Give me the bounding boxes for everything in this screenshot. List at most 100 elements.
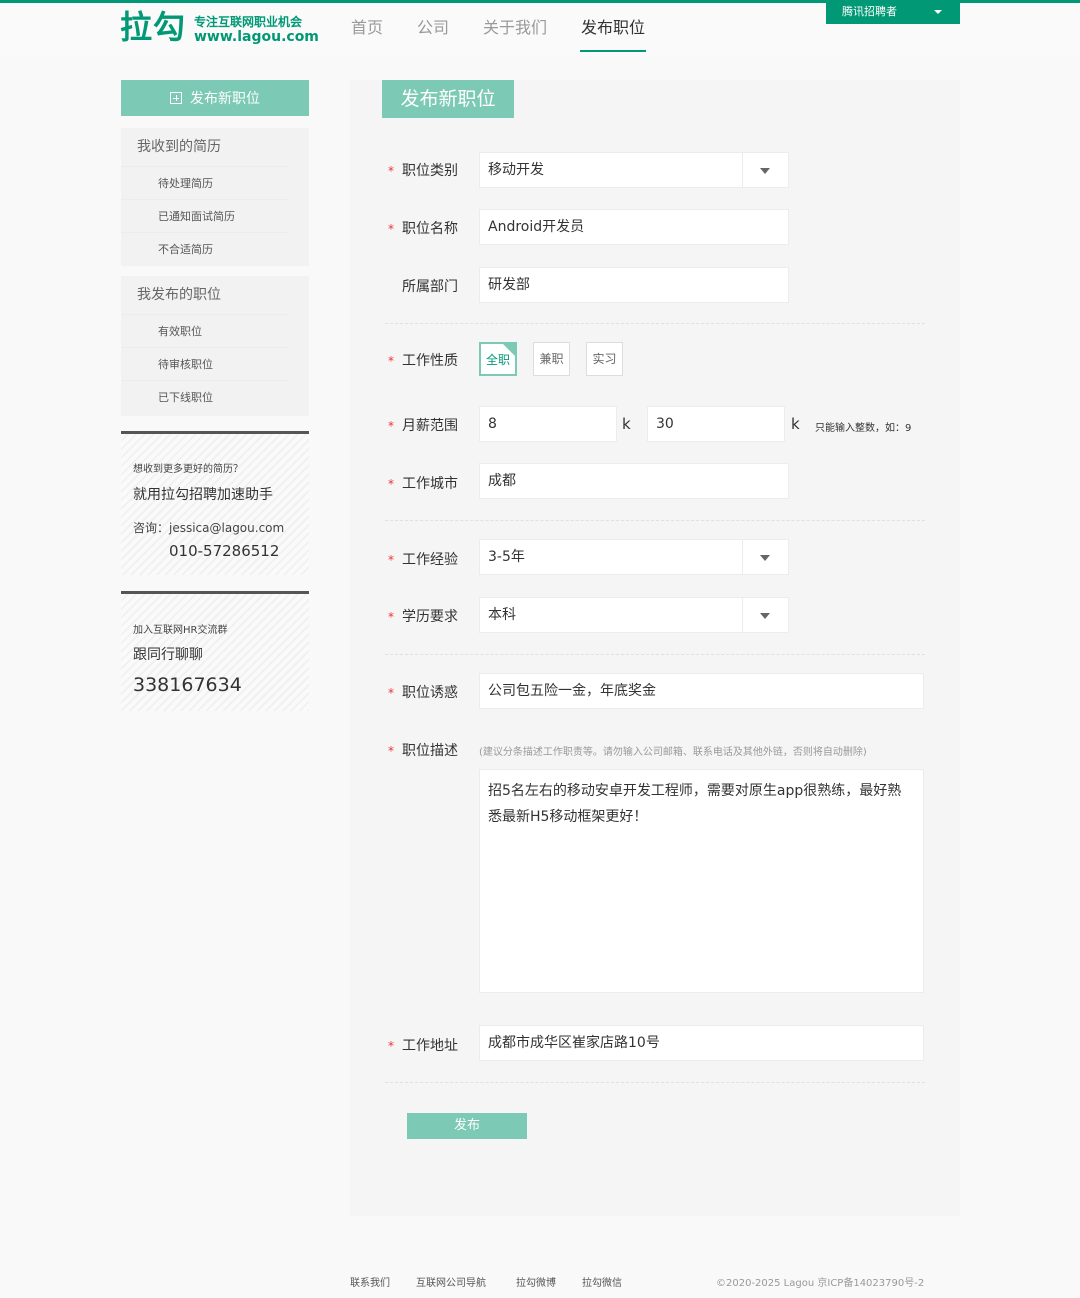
job-type-label: * 工作性质 xyxy=(388,350,468,370)
department-label: *所属部门 xyxy=(388,276,468,296)
salary-min-input[interactable]: 8 xyxy=(479,406,617,442)
chevron-down-icon xyxy=(934,10,942,14)
plus-icon xyxy=(170,92,182,104)
sidebar-item-interview-resumes[interactable]: 已通知面试简历 xyxy=(121,199,289,232)
salary-unit: k xyxy=(622,415,631,433)
education-select[interactable]: 本科 xyxy=(479,597,789,633)
city-input[interactable]: 成都 xyxy=(479,463,789,499)
label-text: 职位类别 xyxy=(402,163,458,179)
nav-post-job[interactable]: 发布职位 xyxy=(580,6,647,52)
sidebar-group-title: 我收到的简历 xyxy=(137,139,221,155)
logo-mark: 拉勾 xyxy=(120,8,187,46)
footer-link-wechat[interactable]: 拉勾微信 xyxy=(582,1274,622,1289)
label-text: 月薪范围 xyxy=(402,418,458,434)
job-category-label: * 职位类别 xyxy=(388,160,468,180)
description-textarea[interactable]: 招5名左右的移动安卓开发工程师，需要对原生app很熟练，最好熟悉最新H5移动框架… xyxy=(479,769,924,993)
promo-email: 咨询：jessica@lagou.com xyxy=(133,521,285,535)
salary-label: * 月薪范围 xyxy=(388,415,468,435)
post-new-job-button[interactable]: 发布新职位 xyxy=(121,80,309,116)
address-label: * 工作地址 xyxy=(388,1035,468,1055)
page-title: 发布新职位 xyxy=(382,80,514,118)
job-name-label: * 职位名称 xyxy=(388,218,468,238)
experience-select[interactable]: 3-5年 xyxy=(479,539,789,575)
footer-link-company-nav[interactable]: 互联网公司导航 xyxy=(416,1274,486,1289)
address-input[interactable]: 成都市成华区崔家店路10号 xyxy=(479,1025,924,1061)
job-type-parttime[interactable]: 兼职 xyxy=(533,342,570,376)
label-text: 所属部门 xyxy=(402,279,458,295)
description-label: * 职位描述 xyxy=(388,740,468,760)
sidebar-item-pending-resumes[interactable]: 待处理简历 xyxy=(121,166,289,199)
required-mark: * xyxy=(388,686,394,700)
publish-button[interactable]: 发布 xyxy=(407,1113,527,1139)
section-divider xyxy=(385,323,925,324)
promo-hr-group: 加入互联网HR交流群 跟同行聊聊 338167634 xyxy=(121,591,309,711)
logo-slogan: 专注互联网职业机会 xyxy=(194,15,303,29)
label-text: 职位描述 xyxy=(402,743,458,759)
required-mark: * xyxy=(388,222,394,236)
footer-link-weibo[interactable]: 拉勾微博 xyxy=(516,1274,556,1289)
label-text: 工作性质 xyxy=(402,353,458,369)
salary-unit: k xyxy=(791,415,800,433)
job-name-input[interactable]: Android开发员 xyxy=(479,209,789,245)
description-hint: (建议分条描述工作职责等。请勿输入公司邮箱、联系电话及其他外链，否则将自动删除) xyxy=(479,747,867,758)
promo-text: 加入互联网HR交流群 xyxy=(133,625,228,636)
chevron-down-icon xyxy=(742,540,788,574)
label-text: 学历要求 xyxy=(402,609,458,625)
copyright-text: ©2020-2025 Lagou 京ICP备14023790号-2 xyxy=(716,1278,925,1289)
promo-qq-number: 338167634 xyxy=(133,674,242,696)
section-divider xyxy=(385,520,925,521)
job-type-intern[interactable]: 实习 xyxy=(586,342,623,376)
footer-link-contact[interactable]: 联系我们 xyxy=(350,1274,390,1289)
sidebar-group-jobs: 我发布的职位 有效职位 待审核职位 已下线职位 xyxy=(121,276,309,416)
site-footer: 联系我们 互联网公司导航 拉勾微博 拉勾微信 ©2020-2025 Lagou … xyxy=(0,1266,1080,1298)
job-category-select[interactable]: 移动开发 xyxy=(479,152,789,188)
required-mark: * xyxy=(388,354,394,368)
city-label: * 工作城市 xyxy=(388,473,468,493)
label-text: 职位名称 xyxy=(402,221,458,237)
promo-headline: 就用拉勾招聘加速助手 xyxy=(133,487,273,503)
main-nav: 首页 公司 关于我们 发布职位 xyxy=(350,6,678,56)
section-divider xyxy=(385,1082,925,1083)
benefits-label: * 职位诱惑 xyxy=(388,682,468,702)
chevron-down-icon xyxy=(742,598,788,632)
required-mark: * xyxy=(388,164,394,178)
sidebar-item-active-jobs[interactable]: 有效职位 xyxy=(121,314,289,347)
logo-url: www.lagou.com xyxy=(194,29,319,45)
required-mark: * xyxy=(388,610,394,624)
sidebar-item-review-jobs[interactable]: 待审核职位 xyxy=(121,347,289,380)
department-input[interactable]: 研发部 xyxy=(479,267,789,303)
sidebar-item-offline-jobs[interactable]: 已下线职位 xyxy=(121,380,289,413)
experience-label: * 工作经验 xyxy=(388,549,468,569)
user-menu[interactable]: 腾讯招聘者 xyxy=(826,0,960,24)
benefits-input[interactable]: 公司包五险一金，年底奖金 xyxy=(479,673,924,709)
promo-phone: 010-57286512 xyxy=(169,542,280,560)
sidebar-group-resumes: 我收到的简历 待处理简历 已通知面试简历 不合适简历 xyxy=(121,128,309,266)
education-label: * 学历要求 xyxy=(388,606,468,626)
required-mark: * xyxy=(388,744,394,758)
select-value: 3-5年 xyxy=(488,549,525,565)
salary-max-input[interactable]: 30 xyxy=(647,406,785,442)
nav-companies[interactable]: 公司 xyxy=(416,6,450,56)
job-type-fulltime[interactable]: 全职 xyxy=(479,342,517,376)
required-mark: * xyxy=(388,419,394,433)
required-mark: * xyxy=(388,553,394,567)
promo-headline: 跟同行聊聊 xyxy=(133,647,203,663)
label-text: 工作经验 xyxy=(402,552,458,568)
label-text: 工作城市 xyxy=(402,476,458,492)
logo[interactable]: 拉勾 专注互联网职业机会 www.lagou.com xyxy=(120,9,320,49)
select-value: 本科 xyxy=(488,607,516,623)
required-mark: * xyxy=(388,1039,394,1053)
nav-home[interactable]: 首页 xyxy=(350,6,384,56)
sidebar-group-title: 我发布的职位 xyxy=(137,287,221,303)
label-text: 工作地址 xyxy=(402,1038,458,1054)
post-new-job-label: 发布新职位 xyxy=(190,91,260,107)
select-value: 移动开发 xyxy=(488,162,544,178)
label-text: 职位诱惑 xyxy=(402,685,458,701)
section-divider xyxy=(385,654,925,655)
user-menu-label: 腾讯招聘者 xyxy=(842,5,897,18)
sidebar-item-rejected-resumes[interactable]: 不合适简历 xyxy=(121,232,289,265)
promo-text: 想收到更多更好的简历？ xyxy=(133,464,243,475)
nav-about[interactable]: 关于我们 xyxy=(482,6,548,56)
salary-hint: 只能输入整数，如：9 xyxy=(815,423,912,434)
chevron-down-icon xyxy=(742,153,788,187)
